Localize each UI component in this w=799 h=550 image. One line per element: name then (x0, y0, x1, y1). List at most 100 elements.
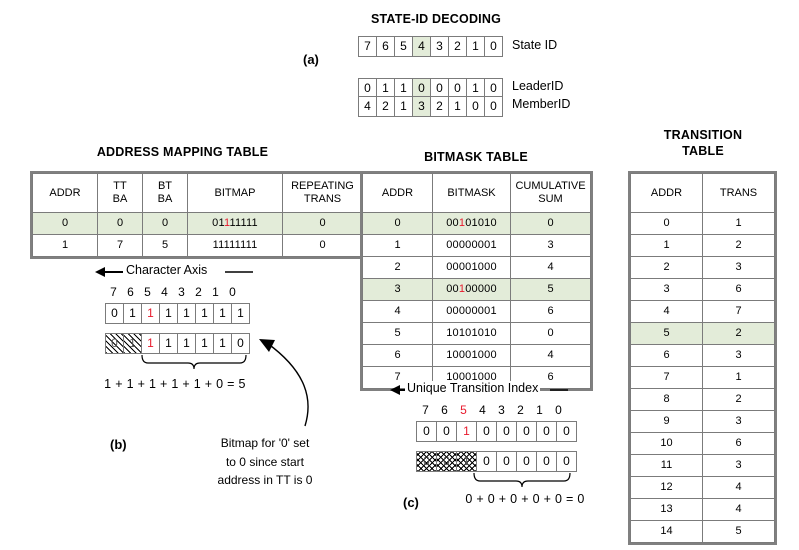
index-label: 2 (195, 285, 202, 299)
bitmask-cell: 0 (557, 422, 576, 441)
cell-addr: 2 (630, 256, 703, 279)
state-id-row-label: State ID (512, 38, 558, 52)
panel-b-note-line2: to 0 since start (225, 454, 305, 469)
state-id-decoding-title: STATE-ID DECODING (370, 12, 502, 26)
panel-a-label: (a) (303, 52, 319, 67)
cell-trans: 1 (702, 366, 775, 389)
bitmask-table: ADDR BITMASK CUMULATIVE SUM 0 00101010 0 1 0000… (360, 171, 593, 396)
state-cell: 1 (449, 97, 467, 116)
bitmask-cell: 0 (437, 422, 457, 441)
cell-trans: 2 (702, 388, 775, 411)
bitmask-body: 0 00101010 0 1 00000001 3 2 00001000 4 3 00100000 5… (362, 212, 591, 389)
panel-b-label: (b) (110, 437, 127, 452)
state-cell: 3 (431, 37, 449, 56)
masked-bitmap-cell: 0 (106, 334, 124, 353)
masked-bitmap-cell: 1 (196, 334, 214, 353)
cell-addr: 10 (630, 432, 703, 455)
index-label: 4 (479, 403, 486, 417)
cell-bt_ba: 5 (142, 234, 188, 257)
cell-addr: 1 (32, 234, 98, 257)
cell-trans: 3 (702, 256, 775, 279)
cell-trans: 3 (702, 410, 775, 433)
curved-arrow-icon (259, 339, 309, 427)
cell-cumulative-sum: 5 (510, 278, 591, 301)
panel-b-axis: Character Axis (95, 263, 255, 283)
state-cell: 4 (359, 97, 377, 116)
bitmap-cell: 1 (160, 304, 178, 323)
panel-b-brace (140, 354, 248, 375)
address-mapping-grid: ADDR TT BA BT BA BITMAP REPEATING TRANS 0 0 0 0111… (32, 173, 363, 257)
cell-addr: 3 (362, 278, 433, 301)
index-label: 0 (555, 403, 562, 417)
bitmap-cell: 1 (178, 304, 196, 323)
table-row: 71 (630, 366, 775, 389)
index-label: 1 (212, 285, 219, 299)
address-mapping-table: ADDR TT BA BT BA BITMAP REPEATING TRANS 0 0 0 0111… (30, 171, 365, 264)
cell-addr: 5 (630, 322, 703, 345)
masked-bitmask-cell: 0 (517, 452, 537, 471)
state-cell: 4 (413, 37, 431, 56)
cell-bitmask: 00100000 (432, 278, 511, 301)
panel-b-note: Bitmap for '0' set to 0 since start addr… (185, 434, 345, 490)
address-mapping-body: 0 0 0 01111111 0 1 7 5 11111111 0 (32, 212, 363, 257)
state-cell: 0 (485, 37, 502, 56)
panel-b-callout-arrow (245, 330, 315, 435)
memberid-row-label: MemberID (512, 97, 571, 111)
cell-addr: 4 (630, 300, 703, 323)
cell-trans: 2 (702, 322, 775, 345)
address-mapping-table-title: ADDRESS MAPPING TABLE (96, 145, 269, 159)
cell-repeating-trans: 0 (282, 212, 363, 235)
column-header: ADDR (32, 173, 98, 213)
cell-trans: 3 (702, 344, 775, 367)
cell-addr: 1 (362, 234, 433, 257)
bitmask-cell: 0 (417, 422, 437, 441)
column-header: BITMASK (432, 173, 511, 213)
cell-addr: 6 (630, 344, 703, 367)
cell-addr: 4 (362, 300, 433, 323)
brace-icon (141, 354, 247, 370)
masked-bitmask-cell: 0 (437, 452, 457, 471)
memberid-strip: 42132100 (358, 96, 503, 117)
cell-trans: 1 (702, 212, 775, 235)
cell-addr: 9 (630, 410, 703, 433)
masked-bitmap-cell: 1 (178, 334, 196, 353)
masked-bitmask-cell: 1 (457, 452, 477, 471)
panel-c-sum: 0 + 0 + 0 + 0 + 0 = 0 (465, 492, 585, 506)
state-cell: 1 (395, 97, 413, 116)
cell-addr: 11 (630, 454, 703, 477)
cell-addr: 7 (630, 366, 703, 389)
index-label: 5 (144, 285, 151, 299)
panel-b-index-row: 76543210 (105, 285, 241, 299)
bitmask-cell: 0 (537, 422, 557, 441)
cell-cumulative-sum: 3 (510, 234, 591, 257)
table-row: 5 10101010 0 (362, 322, 591, 345)
table-row: 82 (630, 388, 775, 411)
panel-c-label: (c) (403, 495, 419, 510)
masked-bitmap-cell: 1 (160, 334, 178, 353)
bitmask-cell: 0 (477, 422, 497, 441)
masked-bitmask-cell: 0 (557, 452, 576, 471)
index-label: 7 (110, 285, 117, 299)
state-cell: 2 (377, 97, 395, 116)
cell-trans: 7 (702, 300, 775, 323)
column-header: ADDR (630, 173, 703, 213)
table-row: 47 (630, 300, 775, 323)
masked-bitmap-cell: 1 (214, 334, 232, 353)
cell-tt_ba: 0 (97, 212, 143, 235)
table-row: 13 4 (630, 498, 775, 521)
index-label: 7 (422, 403, 429, 417)
bitmap-cell: 1 (124, 304, 142, 323)
panel-c-index-row: 76543210 (416, 403, 568, 417)
transition-grid: ADDR TRANS 0 1 1 2 2 3 3 6 4 7 5 2 6 3 7 1 8 2 9 3 10 6 11 3 12 4 1… (630, 173, 775, 543)
column-header: TRANS (702, 173, 775, 213)
state-cell: 2 (431, 97, 449, 116)
bitmap-cell: 1 (196, 304, 214, 323)
index-label: 3 (498, 403, 505, 417)
cell-addr: 2 (362, 256, 433, 279)
cell-bitmask: 00000001 (432, 234, 511, 257)
table-row: 4 00000001 6 (362, 300, 591, 323)
table-row: 1 00000001 3 (362, 234, 591, 257)
leaderid-row-label: LeaderID (512, 79, 564, 93)
cell-addr: 5 (362, 322, 433, 345)
cell-addr: 8 (630, 388, 703, 411)
